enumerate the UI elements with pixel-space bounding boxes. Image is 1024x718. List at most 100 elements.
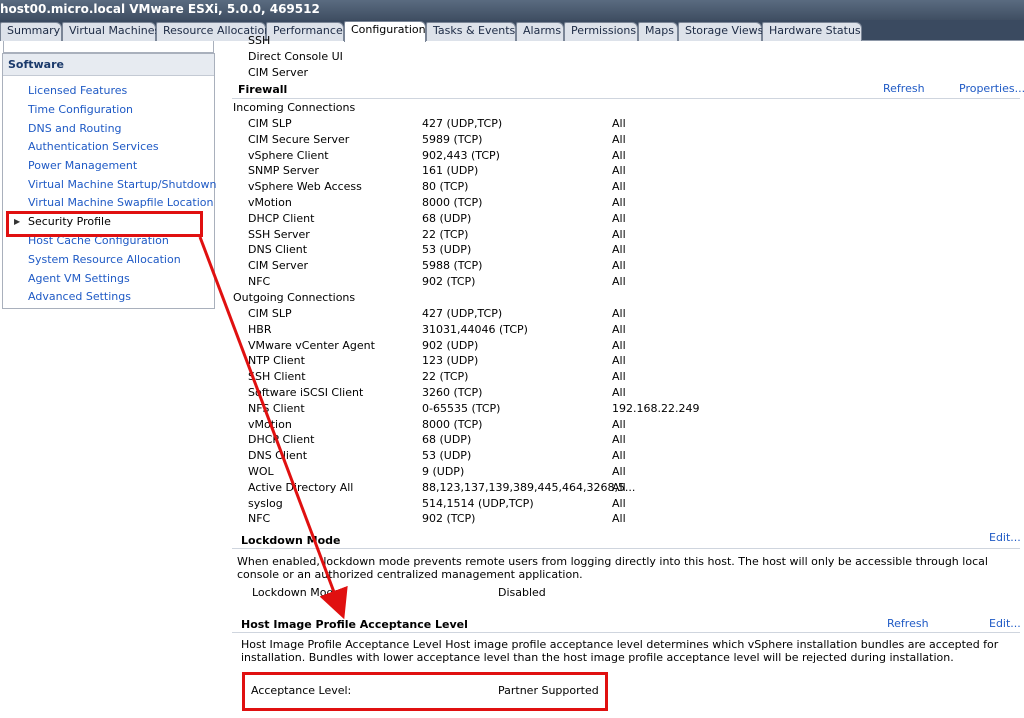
outgoing-row-8-ports: 8000 (TCP) <box>422 417 483 431</box>
outgoing-row-10-ports: 53 (UDP) <box>422 449 472 463</box>
acceptance-level-highlight-box <box>242 672 608 711</box>
incoming-row-9-ports: 53 (UDP) <box>422 243 472 257</box>
outgoing-row-1-allowed: All <box>612 307 626 320</box>
outgoing-row-3-service: VMware vCenter Agent <box>248 338 375 352</box>
outgoing-row-14-service: NFC <box>248 512 271 526</box>
tab-tasks-events[interactable]: Tasks & Events <box>426 22 516 41</box>
incoming-row-6-allowed: All <box>612 196 626 209</box>
lockdown-edit-link[interactable]: Edit... <box>989 531 1021 544</box>
incoming-row-3-service: vSphere Client <box>248 148 329 162</box>
sidebar-item-authentication-services[interactable]: Authentication Services <box>28 140 159 153</box>
panel-top-strip <box>3 41 214 53</box>
incoming-row-11-allowed: All <box>612 275 626 288</box>
sidebar-item-agent-vm-settings[interactable]: Agent VM Settings <box>28 272 130 285</box>
incoming-row-1-service: CIM SLP <box>248 117 292 130</box>
firewall-properties-link[interactable]: Properties... <box>959 82 1024 95</box>
outgoing-row-10-service: DNS Client <box>248 449 308 463</box>
incoming-row-2-allowed: All <box>612 132 626 146</box>
outgoing-row-12-allowed: All <box>612 480 626 494</box>
sidebar-item-dns-routing[interactable]: DNS and Routing <box>28 122 122 135</box>
outgoing-row-6-allowed: All <box>612 386 626 399</box>
incoming-connections-label: Incoming Connections <box>233 101 356 114</box>
outgoing-row-11-service: WOL <box>248 465 274 478</box>
incoming-row-2-ports: 5989 (TCP) <box>422 132 483 146</box>
outgoing-row-9-ports: 68 (UDP) <box>422 433 472 447</box>
sidebar-item-licensed-features[interactable]: Licensed Features <box>28 84 127 97</box>
outgoing-row-14-allowed: All <box>612 512 626 526</box>
firewall-refresh-link[interactable]: Refresh <box>883 82 925 95</box>
incoming-row-5-allowed: All <box>612 180 626 194</box>
outgoing-row-7-ports: 0-65535 (TCP) <box>422 401 501 415</box>
incoming-row-4-allowed: All <box>612 164 626 178</box>
outgoing-row-13-ports: 514,1514 (UDP,TCP) <box>422 496 534 510</box>
security-profile-content: SSH Direct Console UI CIM Server Firewal… <box>228 34 1024 718</box>
incoming-row-5-service: vSphere Web Access <box>248 180 362 194</box>
tab-storage-views[interactable]: Storage Views <box>678 22 763 41</box>
incoming-row-11-service: NFC <box>248 275 271 288</box>
sidebar-item-system-resource-allocation[interactable]: System Resource Allocation <box>28 253 181 266</box>
incoming-row-9-service: DNS Client <box>248 243 308 257</box>
tab-summary[interactable]: Summary <box>0 22 62 41</box>
window-title: host00.micro.local VMware ESXi, 5.0.0, 4… <box>0 2 320 16</box>
service-cim-server: CIM Server <box>248 66 308 79</box>
sidebar-item-vm-swapfile-location[interactable]: Virtual Machine Swapfile Location <box>28 196 213 209</box>
sidebar-item-vm-startup-shutdown[interactable]: Virtual Machine Startup/Shutdown <box>28 178 216 191</box>
tab-virtual-machines[interactable]: Virtual Machines <box>62 22 160 41</box>
sidebar-item-power-management[interactable]: Power Management <box>28 159 137 172</box>
outgoing-row-4-service: NTP Client <box>248 354 305 368</box>
outgoing-row-12-service: Active Directory All <box>248 480 354 494</box>
outgoing-row-11-allowed: All <box>612 465 626 478</box>
incoming-row-3-ports: 902,443 (TCP) <box>422 148 500 162</box>
tab-performance[interactable]: Performance <box>266 22 344 41</box>
window-title-bar: host00.micro.local VMware ESXi, 5.0.0, 4… <box>0 0 1024 20</box>
acceptance-description: Host Image Profile Acceptance Level Host… <box>241 638 999 664</box>
software-panel: Software Licensed Features Time Configur… <box>2 41 216 309</box>
incoming-row-11-ports: 902 (TCP) <box>422 275 476 288</box>
incoming-row-10-ports: 5988 (TCP) <box>422 259 483 273</box>
acceptance-level-title: Host Image Profile Acceptance Level <box>241 618 468 631</box>
acceptance-edit-link[interactable]: Edit... <box>989 617 1021 630</box>
outgoing-row-5-service: SSH Client <box>248 370 306 384</box>
lockdown-description: When enabled, lockdown mode prevents rem… <box>237 555 988 581</box>
incoming-row-10-allowed: All <box>612 259 626 273</box>
incoming-row-6-service: vMotion <box>248 196 292 209</box>
outgoing-row-8-service: vMotion <box>248 417 292 431</box>
outgoing-row-13-allowed: All <box>612 496 626 510</box>
outgoing-row-6-service: Software iSCSI Client <box>248 386 364 399</box>
outgoing-row-10-allowed: All <box>612 449 626 463</box>
tab-configuration[interactable]: Configuration <box>344 21 426 42</box>
lockdown-mode-label: Lockdown Mode <box>252 586 341 599</box>
tab-maps[interactable]: Maps <box>638 22 678 41</box>
tab-bar: Summary Virtual Machines Resource Alloca… <box>0 20 1024 42</box>
outgoing-row-7-service: NFS Client <box>248 401 305 415</box>
outgoing-row-1-ports: 427 (UDP,TCP) <box>422 307 503 320</box>
incoming-row-6-ports: 8000 (TCP) <box>422 196 483 209</box>
outgoing-row-2-ports: 31031,44046 (TCP) <box>422 322 528 336</box>
tab-hardware-status[interactable]: Hardware Status <box>762 22 862 41</box>
incoming-row-8-ports: 22 (TCP) <box>422 227 469 241</box>
outgoing-row-9-allowed: All <box>612 433 626 447</box>
incoming-row-7-service: DHCP Client <box>248 211 315 225</box>
outgoing-row-11-ports: 9 (UDP) <box>422 465 465 478</box>
outgoing-row-13-service: syslog <box>248 496 283 510</box>
acceptance-refresh-link[interactable]: Refresh <box>887 617 929 630</box>
incoming-row-2-service: CIM Secure Server <box>248 132 350 146</box>
sidebar-item-time-configuration[interactable]: Time Configuration <box>28 103 133 116</box>
software-header: Software <box>3 54 214 76</box>
outgoing-row-3-allowed: All <box>612 338 626 352</box>
firewall-title: Firewall <box>238 83 288 96</box>
outgoing-row-4-ports: 123 (UDP) <box>422 354 479 368</box>
incoming-row-7-ports: 68 (UDP) <box>422 211 472 225</box>
incoming-row-10-service: CIM Server <box>248 259 308 273</box>
incoming-row-7-allowed: All <box>612 211 626 225</box>
tab-alarms[interactable]: Alarms <box>516 22 564 41</box>
lockdown-mode-value: Disabled <box>498 586 546 599</box>
incoming-row-8-allowed: All <box>612 227 626 241</box>
sidebar-item-advanced-settings[interactable]: Advanced Settings <box>28 290 131 303</box>
acceptance-divider <box>232 632 1020 633</box>
tab-permissions[interactable]: Permissions <box>564 22 638 41</box>
outgoing-row-9-service: DHCP Client <box>248 433 315 447</box>
incoming-row-1-ports: 427 (UDP,TCP) <box>422 117 503 130</box>
outgoing-row-2-service: HBR <box>248 322 272 336</box>
outgoing-row-14-ports: 902 (TCP) <box>422 512 476 526</box>
